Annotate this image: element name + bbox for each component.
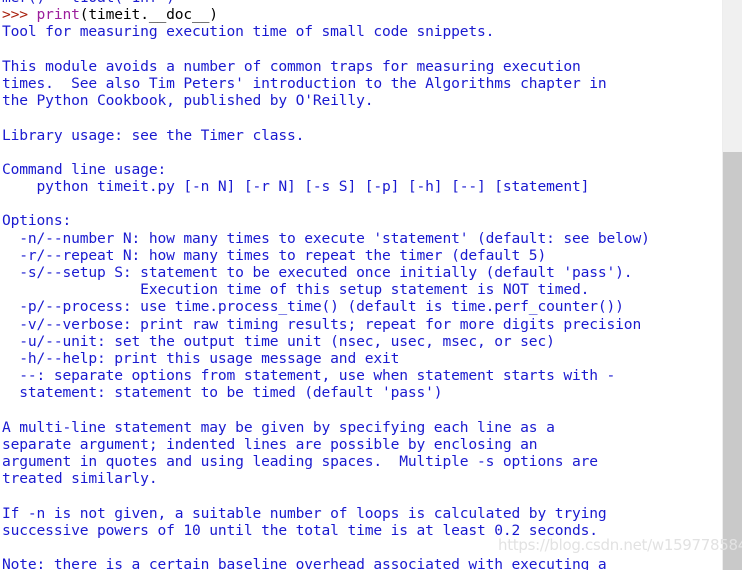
console-output-line: Options:: [2, 212, 72, 230]
console-output-line: -u/--unit: set the output time unit (nse…: [2, 332, 555, 350]
vertical-scrollbar[interactable]: [722, 0, 742, 570]
console-output-line: -s/--setup S: statement to be executed o…: [2, 264, 633, 281]
console-output-line: If -n is not given, a suitable number of…: [2, 504, 607, 522]
console-output-line: Library usage: see the Timer class.: [2, 126, 305, 144]
console-output-line: A multi-line statement may be given by s…: [2, 418, 555, 436]
console-output-line: -r/--repeat N: how many times to repeat …: [2, 246, 547, 264]
console-output-line: -n/--number N: how many times to execute…: [2, 229, 650, 247]
console-output-line: Command line usage:: [2, 160, 167, 178]
console-output-line: argument in quotes and using leading spa…: [2, 453, 598, 471]
scrollbar-track[interactable]: [723, 0, 742, 570]
console-output-line: -v/--verbose: print raw timing results; …: [2, 315, 642, 333]
console-output-line: python timeit.py [-n N] [-r N] [-s S] [-…: [2, 178, 590, 196]
console-output-line: -h/--help: print this usage message and …: [2, 349, 400, 367]
console-output-line: successive powers of 10 until the total …: [2, 521, 598, 539]
print-function-token: print: [36, 6, 80, 24]
terminal-output-area[interactable]: mer() - t1oat('1nf') >>> print(timeit.__…: [0, 0, 722, 570]
prompt-line: >>> print(timeit.__doc__): [2, 6, 722, 23]
console-output-line: -p/--process: use time.process_time() (d…: [2, 298, 624, 316]
console-output-line: the Python Cookbook, published by O'Reil…: [2, 92, 374, 110]
console-output-line: Execution time of this setup statement i…: [2, 281, 590, 299]
console-output-line: Tool for measuring execution time of sma…: [2, 23, 495, 41]
console-line-list: mer() - t1oat('1nf') >>> print(timeit.__…: [0, 0, 722, 570]
prompt-chevrons-icon: >>>: [2, 6, 37, 24]
console-output-line: statement: statement to be timed (defaul…: [2, 384, 443, 402]
print-arguments-token: (timeit.__doc__): [79, 6, 218, 24]
console-output-line: treated similarly.: [2, 470, 158, 488]
console-output-line: --: separate options from statement, use…: [2, 367, 616, 385]
scrollbar-thumb[interactable]: [723, 0, 742, 152]
console-output-line: separate argument; indented lines are po…: [2, 435, 538, 453]
console-output-line: Note: there is a certain baseline overhe…: [2, 556, 607, 570]
console-output-line: times. See also Tim Peters' introduction…: [2, 74, 607, 92]
console-output-line: This module avoids a number of common tr…: [2, 57, 581, 75]
